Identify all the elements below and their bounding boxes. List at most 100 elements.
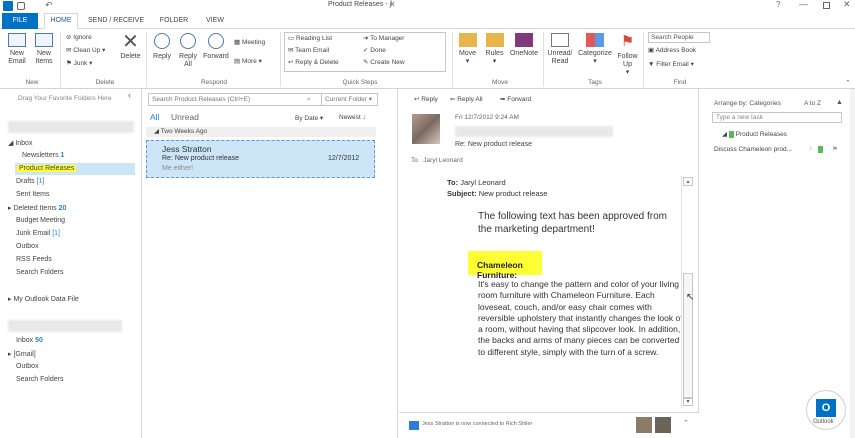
todo-scrollbar[interactable] <box>850 89 855 438</box>
send-receive-icon[interactable] <box>17 2 25 10</box>
tab-home[interactable]: HOME <box>44 13 78 29</box>
chevron-down-icon: ▾ <box>625 69 630 76</box>
folder-inbox[interactable]: ◢ Inbox <box>8 139 32 147</box>
more-button[interactable]: ▤ More ▾ <box>234 57 262 67</box>
folder-outbox[interactable]: Outbox <box>16 243 39 250</box>
help-icon[interactable]: ? <box>776 0 780 9</box>
new-task-input[interactable]: Type a new task <box>712 112 842 123</box>
reply-button[interactable]: Reply <box>150 33 174 61</box>
arrange-by[interactable]: Arrange by: Categories <box>714 100 781 107</box>
category-header[interactable]: ◢ Product Releases <box>722 130 787 138</box>
expand-people-icon[interactable]: ⌃ <box>683 419 689 427</box>
favorites-hint: Drag Your Favorite Folders Here <box>18 95 112 102</box>
folder-gmail[interactable]: ▸ [Gmail] <box>8 350 36 358</box>
restore-icon[interactable] <box>823 2 830 9</box>
folder-search-folders[interactable]: Search Folders <box>16 269 63 276</box>
reply-all-button[interactable]: Reply All <box>176 33 200 69</box>
meeting-button[interactable]: ▦ Meeting <box>234 38 265 48</box>
folder-drafts[interactable]: Drafts [1] <box>16 178 44 185</box>
forward-button[interactable]: Forward <box>202 33 230 61</box>
onenote-button[interactable]: OneNote <box>509 33 539 58</box>
collapse-pane-icon[interactable]: ‹ <box>128 90 131 100</box>
group-label-find: Find <box>673 79 687 86</box>
folder-search-folders-2[interactable]: Search Folders <box>16 376 63 383</box>
reading-reply-button[interactable]: ↩ Reply <box>414 95 438 105</box>
filter-email-button[interactable]: ▼ Filter Email ▾ <box>648 60 694 70</box>
list-item[interactable]: Jess Stratton Re: New product release 12… <box>146 140 375 178</box>
category-color-icon <box>728 130 734 138</box>
address-book-button[interactable]: ▣ Address Book <box>648 46 696 56</box>
folder-product-releases[interactable]: Product Releases <box>15 163 135 175</box>
follow-up-button[interactable]: ⚑ Follow Up ▾ <box>615 33 640 77</box>
qs-done[interactable]: ✓ Done <box>363 46 386 56</box>
avatar[interactable] <box>655 417 671 433</box>
collapse-ribbon-icon[interactable]: ⌃ <box>845 79 851 87</box>
qs-reading-list[interactable]: ▭ Reading List <box>288 34 332 44</box>
divider <box>146 32 147 87</box>
title-text: Product Releases - jk <box>328 1 395 8</box>
search-scope-dropdown[interactable]: Current Folder ▾ <box>321 94 372 105</box>
folder-newsletters[interactable]: Newsletters 1 <box>22 152 64 159</box>
search-people-input[interactable]: Search People <box>648 32 710 43</box>
search-input[interactable]: Search Product Releases (Ctrl+E) ⌕ Curre… <box>148 93 378 106</box>
quoted-to: To: Jaryl Leonard <box>447 178 506 187</box>
task-item[interactable]: Discuss Chameleon prod... ♪ ⚑ <box>714 145 852 153</box>
qs-to-manager[interactable]: ➜ To Manager <box>363 34 404 44</box>
rules-button[interactable]: Rules ▾ <box>482 33 507 66</box>
tab-file[interactable]: FILE <box>2 13 38 29</box>
sort-by-dropdown[interactable]: By Date ▾ <box>295 114 323 122</box>
move-button[interactable]: Move ▾ <box>455 33 480 66</box>
folder-junk-email[interactable]: Junk Email [1] <box>16 230 60 237</box>
categorize-button[interactable]: Categorize ▾ <box>577 33 613 66</box>
qs-reply-delete[interactable]: ↩ Reply & Delete <box>288 58 339 68</box>
clean-up-button[interactable]: ✉ Clean Up ▾ <box>66 46 105 56</box>
body-paragraph: It's easy to change the pattern and colo… <box>478 279 683 357</box>
search-icon[interactable]: ⌕ <box>307 94 311 105</box>
tab-folder[interactable]: FOLDER <box>154 14 194 28</box>
folder-outbox-2[interactable]: Outbox <box>16 363 39 370</box>
flag-icon[interactable]: ⚑ <box>832 145 838 153</box>
group-label-delete: Delete <box>95 79 115 86</box>
folder-budget-meeting[interactable]: Budget Meeting <box>16 217 65 224</box>
mouse-cursor-icon: ↖ <box>686 292 695 303</box>
close-icon[interactable]: ✕ <box>843 0 851 10</box>
scroll-up-icon[interactable]: ▴ <box>683 177 693 186</box>
tab-view[interactable]: VIEW <box>200 14 230 28</box>
avatar[interactable] <box>636 417 652 433</box>
minimize-icon[interactable]: — <box>799 0 808 9</box>
folder-inbox-2[interactable]: Inbox 50 <box>16 337 43 344</box>
message-subject: Re: New product release <box>162 155 240 162</box>
new-items-button[interactable]: New Items <box>31 33 57 66</box>
qs-create-new[interactable]: ✎ Create New <box>363 58 405 68</box>
categorize-icon <box>586 33 604 47</box>
ignore-button[interactable]: ⊘ Ignore <box>66 33 92 43</box>
tab-send-receive[interactable]: SEND / RECEIVE <box>84 14 148 28</box>
collapse-group-icon: ◢ <box>154 128 161 135</box>
chevron-down-icon: ▾ <box>256 58 262 65</box>
rules-icon <box>485 33 504 47</box>
folder-sent-items[interactable]: Sent Items <box>16 191 49 198</box>
filter-all[interactable]: All <box>150 112 159 122</box>
folder-deleted-items[interactable]: ▸ Deleted Items 20 <box>8 204 66 212</box>
folder-my-outlook-data-file[interactable]: ▸ My Outlook Data File <box>8 295 79 303</box>
junk-button[interactable]: ⚑ Junk ▾ <box>66 59 92 69</box>
undo-icon[interactable]: ↶ <box>45 0 53 11</box>
unread-read-button[interactable]: Unread/ Read <box>546 33 574 66</box>
meeting-icon: ▦ <box>234 39 242 46</box>
new-email-button[interactable]: New Email <box>4 33 30 66</box>
message-subject-header: Re: New product release <box>455 141 533 148</box>
chevron-down-icon: ▾ <box>100 47 106 54</box>
group-header[interactable]: ◢ Two Weeks Ago <box>146 127 376 137</box>
message-preview: Me either! <box>162 165 194 172</box>
scroll-down-icon[interactable]: ▾ <box>683 397 693 406</box>
filter-unread[interactable]: Unread <box>171 112 199 122</box>
reading-forward-button[interactable]: ➥ Forward <box>500 95 531 105</box>
reading-reply-all-button[interactable]: ⇐ Reply All <box>450 95 483 105</box>
bell-icon: ♪ <box>809 145 813 152</box>
sort-a-to-z[interactable]: A to Z <box>804 100 821 107</box>
flag-icon: ⚑ <box>620 33 635 50</box>
qs-team-email[interactable]: ✉ Team Email <box>288 46 329 56</box>
sort-order-toggle[interactable]: Newest ↓ <box>339 114 366 121</box>
folder-rss-feeds[interactable]: RSS Feeds <box>16 256 52 263</box>
delete-button[interactable]: ✕ Delete <box>118 32 143 61</box>
